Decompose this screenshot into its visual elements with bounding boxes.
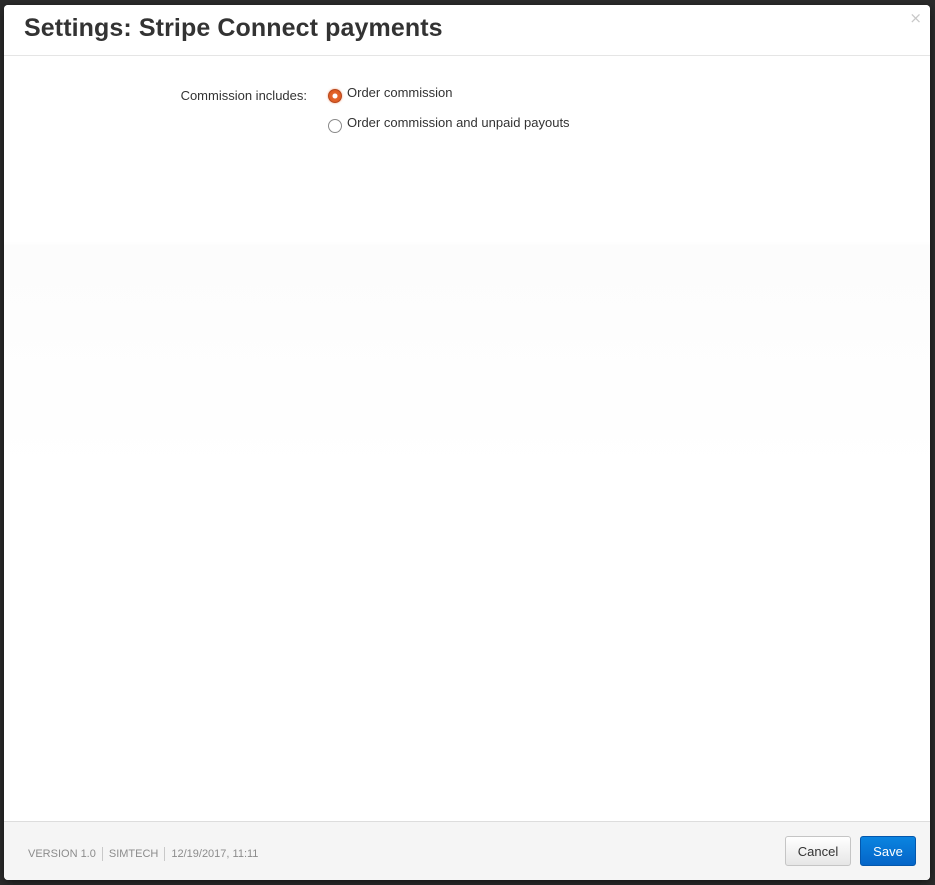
radio-button-unchecked[interactable]	[328, 119, 342, 133]
divider	[164, 847, 166, 861]
addon-info: VERSION 1.0 SIMTECH 12/19/2017, 11:11	[28, 847, 258, 861]
dialog-title: Settings: Stripe Connect payments	[24, 14, 443, 42]
radio-button-checked[interactable]	[328, 89, 342, 103]
radio-label-order-commission-unpaid-payouts[interactable]: Order commission and unpaid payouts	[347, 116, 570, 130]
timestamp-text: 12/19/2017, 11:11	[171, 848, 259, 860]
version-text: VERSION 1.0	[28, 848, 96, 860]
cancel-button[interactable]: Cancel	[785, 836, 851, 866]
save-button[interactable]: Save	[860, 836, 916, 866]
vendor-text: SIMTECH	[108, 848, 159, 860]
settings-dialog: Settings: Stripe Connect payments × Comm…	[4, 5, 930, 880]
commission-label: Commission includes:	[180, 88, 307, 103]
radio-order-commission[interactable]: Order commission	[328, 83, 452, 103]
radio-label-order-commission[interactable]: Order commission	[347, 86, 452, 100]
close-icon[interactable]: ×	[909, 11, 922, 26]
dialog-footer: VERSION 1.0 SIMTECH 12/19/2017, 11:11 Ca…	[4, 821, 930, 880]
dialog-body: Commission includes: Order commission Or…	[4, 56, 930, 821]
dialog-header: Settings: Stripe Connect payments ×	[4, 5, 930, 56]
divider	[101, 847, 103, 861]
radio-order-commission-unpaid-payouts[interactable]: Order commission and unpaid payouts	[328, 113, 570, 133]
